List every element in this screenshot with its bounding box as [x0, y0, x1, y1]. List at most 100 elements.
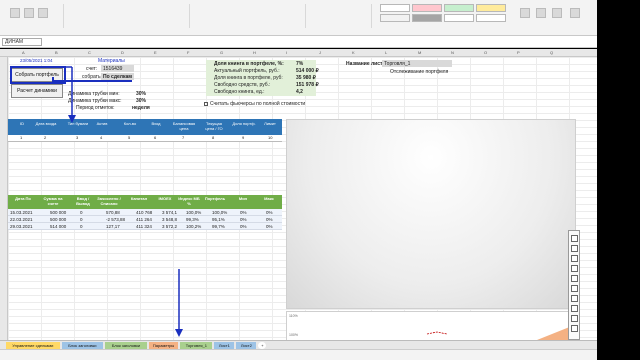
summary-value[interactable]: 4,2	[296, 89, 303, 95]
table-cell[interactable]: 0%	[266, 210, 273, 215]
name-box[interactable]: ДИНАМ	[2, 38, 42, 46]
copy-button[interactable]	[38, 8, 48, 18]
summary-value[interactable]: 151 978 ₽	[296, 82, 319, 88]
futures-checkbox-row[interactable]: Считать фьючерсы по полной стоимости	[204, 101, 305, 107]
table-cell[interactable]: 29.03.2021	[10, 224, 33, 229]
table-cell[interactable]: 0%	[240, 217, 247, 222]
positions-col-header[interactable]: Балансовая цена	[172, 121, 196, 131]
table-cell[interactable]: 0	[80, 210, 83, 215]
style-normal[interactable]	[380, 4, 410, 12]
table-cell[interactable]: 99,3%	[186, 217, 199, 222]
column-header[interactable]: D	[121, 50, 124, 55]
table-cell[interactable]: 15.03.2021	[10, 210, 33, 215]
eraser-tool-icon[interactable]	[571, 255, 578, 262]
table-cell[interactable]: 0%	[266, 217, 273, 222]
insert-button[interactable]	[520, 8, 530, 18]
sheet-tab[interactable]: Лист2	[236, 342, 257, 349]
column-header[interactable]: J	[319, 50, 321, 55]
table-cell[interactable]: 0	[80, 217, 83, 222]
dynamics-col-header[interactable]: Ввод / Вывод	[70, 196, 96, 206]
style-note[interactable]	[444, 14, 474, 22]
futures-checkbox[interactable]	[204, 101, 208, 106]
sheet-tab[interactable]: Блок заголовки	[105, 342, 147, 349]
style-good[interactable]	[444, 4, 474, 12]
period-value[interactable]: неделя	[132, 105, 150, 111]
column-header[interactable]: N	[451, 50, 454, 55]
table-cell[interactable]: 100,2%	[186, 224, 201, 229]
chart-small[interactable]: 110% 100%	[286, 311, 577, 341]
table-row[interactable]: 22.03.2021 500 000 0 -2 573,88 411 264 3 548,…	[8, 216, 282, 223]
dynamics-col-header[interactable]: IMOEX	[152, 196, 178, 201]
line-tool-icon[interactable]	[571, 265, 578, 272]
positions-col-header[interactable]: Актив	[90, 121, 114, 126]
table-cell[interactable]: 3 574,1	[162, 210, 177, 215]
style-output[interactable]	[476, 14, 506, 22]
cut-button[interactable]	[24, 8, 34, 18]
table-cell[interactable]: 100,0%	[212, 210, 227, 215]
sum-button[interactable]	[570, 8, 580, 18]
sheet-tab[interactable]: Торговля_1	[180, 342, 213, 349]
table-cell[interactable]: 500 000	[50, 217, 66, 222]
table-cell[interactable]: 411 264	[136, 217, 152, 222]
style-calc[interactable]	[380, 14, 410, 22]
dynamics-col-header[interactable]: Индекс МБ %	[176, 196, 202, 206]
sheet-tab[interactable]: Параметры	[148, 342, 179, 349]
add-sheet-button[interactable]: +	[258, 342, 267, 349]
chart-area[interactable]	[286, 119, 576, 309]
date-cell[interactable]: 23/05/2021 1:04	[20, 58, 53, 64]
arrow-tool-icon[interactable]	[571, 275, 578, 282]
sheet-tab[interactable]: Лист1	[214, 342, 235, 349]
table-cell[interactable]: 3 572,2	[162, 224, 177, 229]
dynamics-col-header[interactable]: Мин	[230, 196, 256, 201]
column-header[interactable]: A	[22, 50, 25, 55]
style-bad[interactable]	[412, 4, 442, 12]
marker-tool-icon[interactable]	[571, 245, 578, 252]
table-cell[interactable]: 500 000	[50, 210, 66, 215]
column-header[interactable]: P	[517, 50, 520, 55]
column-header[interactable]: H	[253, 50, 256, 55]
dynamics-col-header[interactable]: Портфель	[202, 196, 228, 201]
table-row[interactable]: 15.03.2021 500 000 0 570,88 410 768 3 574,1 10…	[8, 209, 282, 216]
dynamics-col-header[interactable]: Макс	[256, 196, 282, 201]
column-header[interactable]: M	[418, 50, 421, 55]
dynamics-col-header[interactable]: Капитал	[126, 196, 152, 201]
column-header[interactable]: O	[484, 50, 487, 55]
sheet-info-value[interactable]: Торговля_1	[384, 61, 410, 67]
summary-value[interactable]: 514 000 ₽	[296, 68, 319, 74]
sheet-tab[interactable]: Управление сделками	[6, 342, 60, 349]
summary-value[interactable]: 7%	[296, 61, 303, 67]
table-cell[interactable]: 22.03.2021	[10, 217, 33, 222]
table-cell[interactable]: -2 573,88	[106, 217, 125, 222]
positions-col-header[interactable]: ID	[10, 121, 34, 126]
paste-button[interactable]	[10, 8, 20, 18]
table-cell[interactable]: 95,1%	[212, 217, 225, 222]
style-neutral[interactable]	[476, 4, 506, 12]
rect-tool-icon[interactable]	[571, 285, 578, 292]
format-button[interactable]	[552, 8, 562, 18]
table-cell[interactable]: 570,88	[106, 210, 120, 215]
close-tool-icon[interactable]	[571, 325, 578, 332]
table-cell[interactable]: 0	[80, 224, 83, 229]
pen-tool-icon[interactable]	[571, 235, 578, 242]
table-cell[interactable]: 410 768	[136, 210, 152, 215]
delete-button[interactable]	[536, 8, 546, 18]
column-header[interactable]: I	[286, 50, 287, 55]
column-header[interactable]: G	[220, 50, 223, 55]
dyn-max-value[interactable]: 30%	[136, 91, 146, 97]
dynamics-col-header[interactable]: Сумма на счете	[40, 196, 66, 206]
table-cell[interactable]: 411 324	[136, 224, 152, 229]
positions-col-header[interactable]: Вход	[144, 121, 168, 126]
column-header[interactable]: K	[352, 50, 355, 55]
account-value[interactable]: 1516439	[103, 66, 122, 72]
color-tool-icon[interactable]	[571, 305, 578, 312]
table-cell[interactable]: 99,7%	[212, 224, 225, 229]
table-cell[interactable]: 3 548,8	[162, 217, 177, 222]
sheet-tab[interactable]: Блок заголовки	[61, 342, 104, 349]
dyn-min-value[interactable]: 30%	[136, 98, 146, 104]
positions-col-header[interactable]: Доля портф.	[232, 121, 256, 126]
column-header[interactable]: B	[55, 50, 58, 55]
style-check[interactable]	[412, 14, 442, 22]
table-cell[interactable]: 514 000	[50, 224, 66, 229]
positions-col-header[interactable]: Кол-во	[118, 121, 142, 126]
positions-col-header[interactable]: Дата входа	[34, 121, 58, 126]
